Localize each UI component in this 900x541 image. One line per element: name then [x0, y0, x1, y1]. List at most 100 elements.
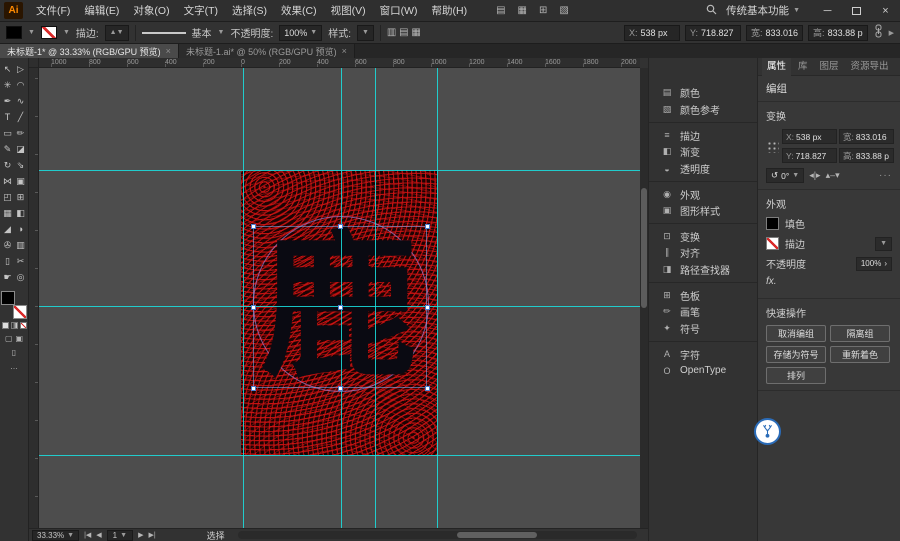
type-tool[interactable]: T: [1, 109, 14, 125]
quick-action-button[interactable]: 存储为符号: [766, 346, 826, 363]
symbol-sprayer-tool[interactable]: ✇: [1, 237, 14, 253]
canvas[interactable]: 鹿: [39, 68, 640, 528]
artboard-nav-first[interactable]: |◀: [84, 531, 91, 539]
horizontal-scrollbar[interactable]: [237, 531, 637, 539]
free-transform-tool[interactable]: ▣: [14, 173, 27, 189]
hand-tool[interactable]: ☛: [1, 269, 14, 285]
maximize-button[interactable]: [842, 0, 871, 22]
flip-vertical-icon[interactable]: ▴–▾: [826, 170, 840, 181]
transform-field[interactable]: X: 538 px: [782, 129, 837, 144]
stroke-color-swatch[interactable]: [766, 237, 779, 250]
vertical-ruler[interactable]: 400 200 0 200 400 600 800 1000 1200 1400 1600: [29, 68, 39, 528]
style-dropdown[interactable]: ▼: [356, 24, 374, 41]
anchor-handle[interactable]: [251, 224, 256, 229]
stroke-weight-stepper[interactable]: ▼: [875, 236, 892, 251]
zoom-level-dropdown[interactable]: 33.33% ▼: [32, 529, 80, 541]
search-icon[interactable]: [706, 4, 717, 18]
panel-item-color[interactable]: ▤ 颜色: [649, 84, 757, 101]
panel-item-brushes[interactable]: ✏ 画笔: [649, 303, 757, 320]
mesh-tool[interactable]: ▦: [1, 205, 14, 221]
vertical-scrollbar[interactable]: [640, 68, 648, 528]
transform-field[interactable]: Y: 718.827: [684, 24, 741, 41]
panel-item-gradient[interactable]: ◧ 渐变: [649, 143, 757, 160]
panel-item-stroke[interactable]: ≡ 描边: [649, 122, 757, 143]
eyedropper-tool[interactable]: ◢: [1, 221, 14, 237]
horizontal-ruler[interactable]: 1000 800 600 400 200 0 200 400 600 800 1000 1200 140…: [39, 58, 640, 68]
menu-item[interactable]: 选择(S): [225, 0, 274, 22]
screen-mode-button[interactable]: ▯: [12, 348, 16, 357]
panel-item-transparency[interactable]: ◒ 透明度: [649, 160, 757, 177]
panel-item-transform[interactable]: ⊡ 变换: [649, 223, 757, 244]
shape-builder-tool[interactable]: ◰: [1, 189, 14, 205]
minimize-button[interactable]: ─: [813, 0, 842, 22]
anchor-handle[interactable]: [338, 305, 343, 310]
menu-item[interactable]: 文件(F): [29, 0, 77, 22]
guide-horizontal[interactable]: [39, 170, 640, 171]
column-graph-tool[interactable]: ▥: [14, 237, 27, 253]
panel-expand-icon[interactable]: ▶: [889, 29, 894, 37]
lasso-tool[interactable]: ◠: [14, 77, 27, 93]
draw-behind-icon[interactable]: ▣: [16, 334, 24, 343]
gradient-mode-button[interactable]: [10, 322, 18, 329]
guide-vertical[interactable]: [437, 68, 438, 528]
anchor-handle[interactable]: [251, 386, 256, 391]
flip-horizontal-icon[interactable]: ◂|▸: [809, 170, 820, 181]
align-shortcut-icons[interactable]: ▥ ▤ ▦: [387, 27, 421, 38]
tab-properties[interactable]: 属性: [762, 57, 792, 76]
transform-field[interactable]: Y: 718.827: [782, 148, 837, 163]
fx-button[interactable]: fx.: [766, 276, 777, 287]
panel-item-align[interactable]: ∥ 对齐: [649, 244, 757, 261]
guide-horizontal[interactable]: [39, 455, 640, 456]
curvature-tool[interactable]: ∿: [14, 93, 27, 109]
opacity-value[interactable]: 100% ›: [855, 256, 892, 271]
magic-wand-tool[interactable]: ✳: [1, 77, 14, 93]
transform-field[interactable]: 高: 833.88 p: [808, 24, 868, 41]
ruler-origin-corner[interactable]: [29, 58, 39, 68]
panel-item-symbols[interactable]: ✦ 符号: [649, 320, 757, 337]
pencil-tool[interactable]: ✎: [1, 141, 14, 157]
quick-action-button[interactable]: 排列: [766, 367, 826, 384]
close-button[interactable]: ×: [871, 0, 900, 22]
tab-untitled-1-ai[interactable]: 未标题-1.ai* @ 50% (RGB/GPU 预览) ×: [178, 44, 355, 58]
artboard-nav-prev[interactable]: ◀: [96, 531, 101, 539]
rotate-field[interactable]: ↺ 0° ▼: [766, 168, 805, 183]
menu-item[interactable]: 视图(V): [324, 0, 373, 22]
selection-tool[interactable]: ↖: [1, 61, 14, 77]
menu-item[interactable]: 帮助(H): [425, 0, 475, 22]
anchor-handle[interactable]: [425, 305, 430, 310]
close-icon[interactable]: ×: [342, 46, 347, 56]
direct-selection-tool[interactable]: ▷: [14, 61, 27, 77]
perspective-grid-tool[interactable]: ⊞: [14, 189, 27, 205]
quick-action-button[interactable]: 重新着色: [830, 346, 890, 363]
quick-action-button[interactable]: 隔离组: [830, 325, 890, 342]
slice-tool[interactable]: ✂: [14, 253, 27, 269]
menu-item[interactable]: 编辑(E): [77, 0, 126, 22]
tab-layers[interactable]: 图层: [815, 58, 844, 76]
pen-tool[interactable]: ✒: [1, 93, 14, 109]
guide-vertical[interactable]: [243, 68, 244, 528]
panel-item-appearance[interactable]: ◉ 外观: [649, 181, 757, 202]
panel-item-pathfinder[interactable]: ◨ 路径查找器: [649, 261, 757, 278]
workspace-switcher[interactable]: 传统基本功能 ▼: [726, 3, 800, 18]
eraser-tool[interactable]: ◪: [14, 141, 27, 157]
tab-untitled-1[interactable]: 未标题-1* @ 33.33% (RGB/GPU 预览) ×: [0, 44, 179, 58]
scrollbar-thumb[interactable]: [457, 532, 538, 538]
paintbrush-tool[interactable]: ✏: [14, 125, 27, 141]
panel-item-graphic-styles[interactable]: ▣ 图形样式: [649, 202, 757, 219]
anchor-handle[interactable]: [338, 224, 343, 229]
menu-item[interactable]: 效果(C): [274, 0, 324, 22]
menu-item[interactable]: 窗口(W): [373, 0, 425, 22]
fill-color-swatch[interactable]: [6, 26, 22, 39]
stroke-weight-stepper[interactable]: ▲▼: [104, 24, 129, 41]
panel-item-swatches[interactable]: ⊞ 色板: [649, 282, 757, 303]
arrange-documents-icon[interactable]: ⊞: [539, 5, 547, 16]
line-segment-tool[interactable]: ╱: [14, 109, 27, 125]
rectangle-tool[interactable]: ▭: [1, 125, 14, 141]
fill-color-swatch[interactable]: [766, 217, 779, 230]
opacity-stepper[interactable]: 100% ▼: [279, 24, 323, 41]
gradient-tool[interactable]: ◧: [14, 205, 27, 221]
tab-asset-export[interactable]: 资源导出: [846, 58, 894, 76]
draw-normal-icon[interactable]: ▢: [5, 334, 13, 343]
artboard-nav-next[interactable]: ▶: [138, 531, 143, 539]
panel-item-character[interactable]: A 字符: [649, 341, 757, 362]
